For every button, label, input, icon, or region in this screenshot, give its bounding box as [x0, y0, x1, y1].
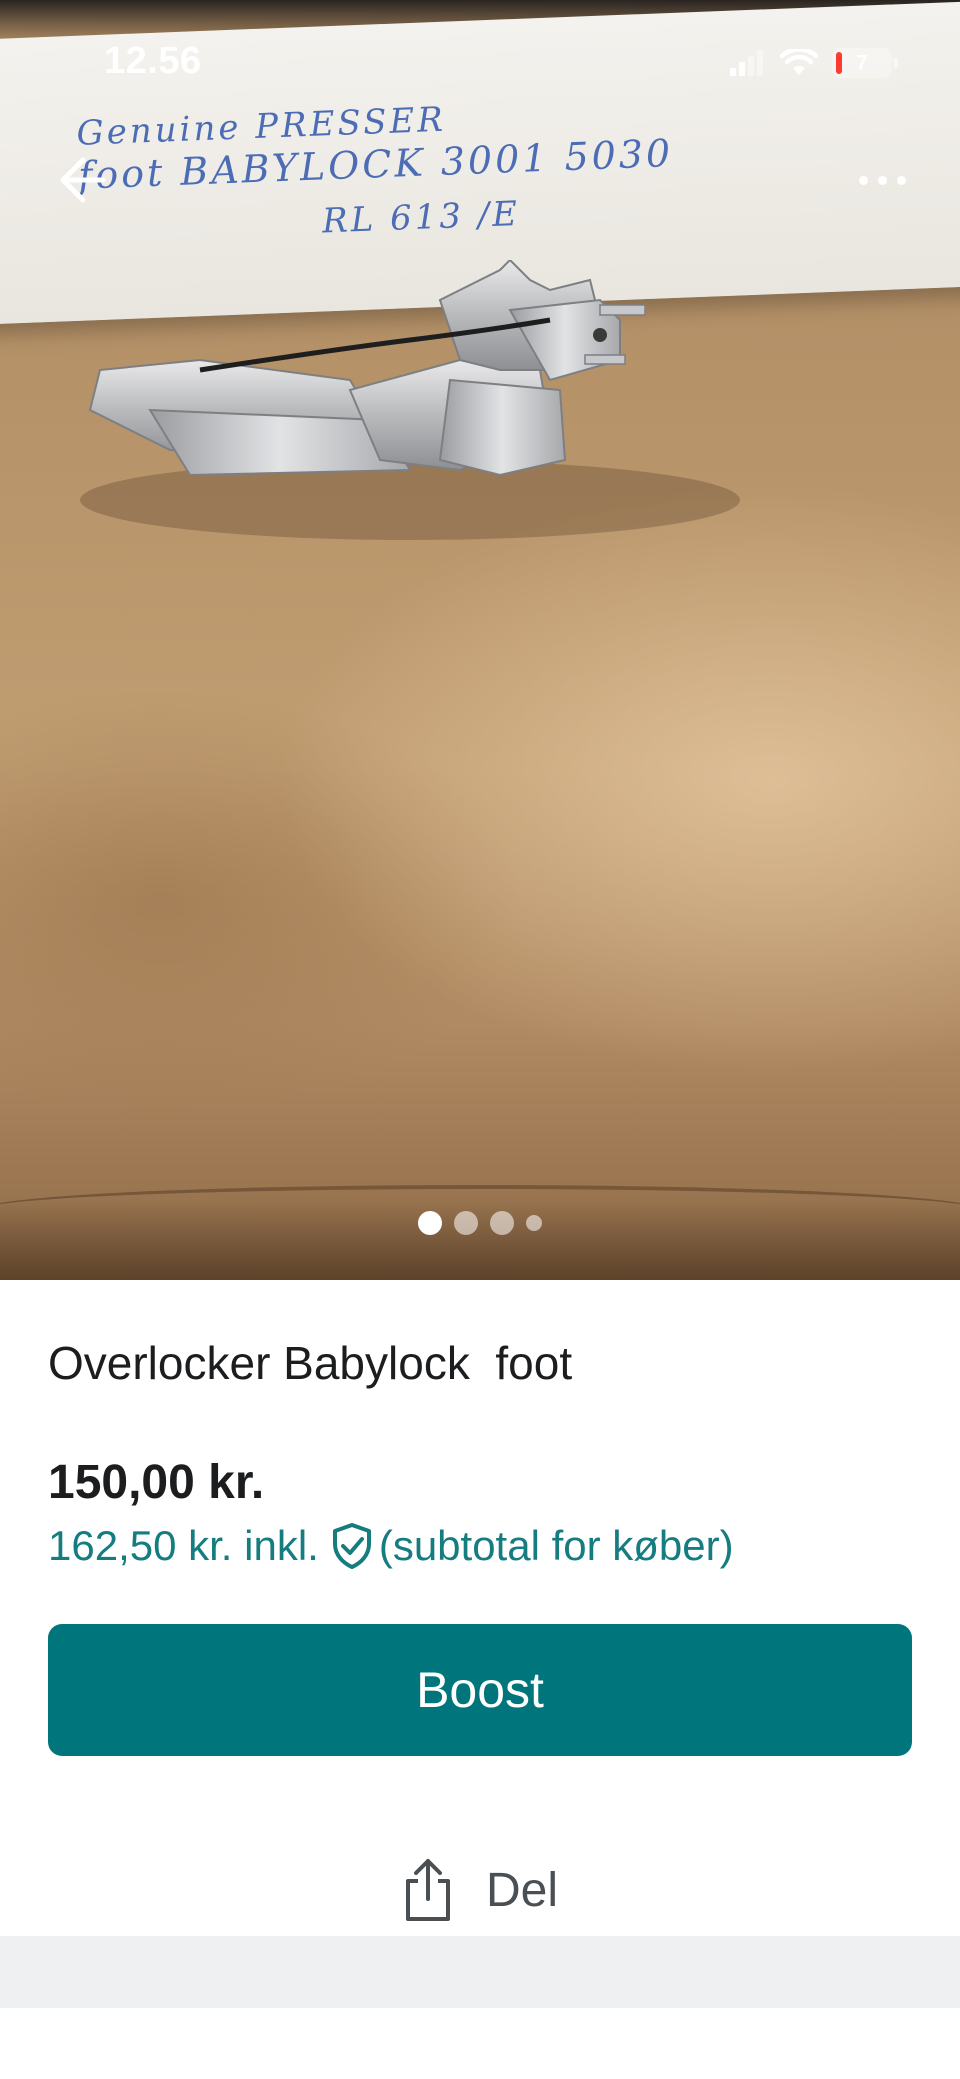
boost-button[interactable]: Boost — [48, 1624, 912, 1756]
battery-level: 7 — [856, 51, 868, 74]
wifi-icon — [780, 49, 818, 75]
note-line-3: RL 613 /E — [321, 193, 521, 242]
bottom-divider-band — [0, 1936, 960, 2008]
share-label: Del — [485, 1863, 559, 1917]
presser-foot-illustration — [80, 260, 740, 540]
pager-dot-4[interactable] — [526, 1215, 542, 1231]
pager-dot-3[interactable] — [490, 1211, 514, 1235]
status-time: 12.56 — [104, 40, 202, 82]
battery-nub — [894, 58, 898, 68]
battery-icon: 7 — [832, 48, 898, 78]
more-dot — [877, 175, 887, 185]
product-photo[interactable]: Genuine PRESSER foot BABYLOCK 3001 5030 … — [0, 0, 960, 1280]
listing-page: Genuine PRESSER foot BABYLOCK 3001 5030 … — [0, 0, 960, 2079]
photo-pager — [0, 1208, 960, 1238]
arrow-left-icon — [60, 157, 106, 203]
buyer-note: (subtotal for køber) — [378, 1522, 734, 1569]
listing-title: Overlocker Babylock foot — [48, 1337, 573, 1389]
more-dots-icon — [858, 175, 868, 185]
pager-dot-2[interactable] — [454, 1211, 478, 1235]
status-icons: 7 — [730, 48, 898, 78]
status-bar: 12.56 7 — [0, 0, 960, 130]
more-options-button[interactable] — [842, 150, 922, 210]
buyer-price: 162,50 kr. inkl. — [48, 1522, 319, 1569]
shield-check-icon — [331, 1522, 373, 1570]
more-dot — [896, 175, 906, 185]
buyer-price-row[interactable]: 162,50 kr. inkl. (subtotal for køber) — [48, 1522, 734, 1570]
listing-price: 150,00 kr. — [48, 1456, 265, 1509]
share-button[interactable]: Del — [48, 1835, 912, 1945]
share-icon — [405, 1859, 450, 1921]
pager-dot-1[interactable] — [418, 1211, 442, 1235]
signal-icon — [730, 50, 763, 76]
battery-fill — [836, 52, 842, 74]
back-button[interactable] — [52, 150, 112, 210]
